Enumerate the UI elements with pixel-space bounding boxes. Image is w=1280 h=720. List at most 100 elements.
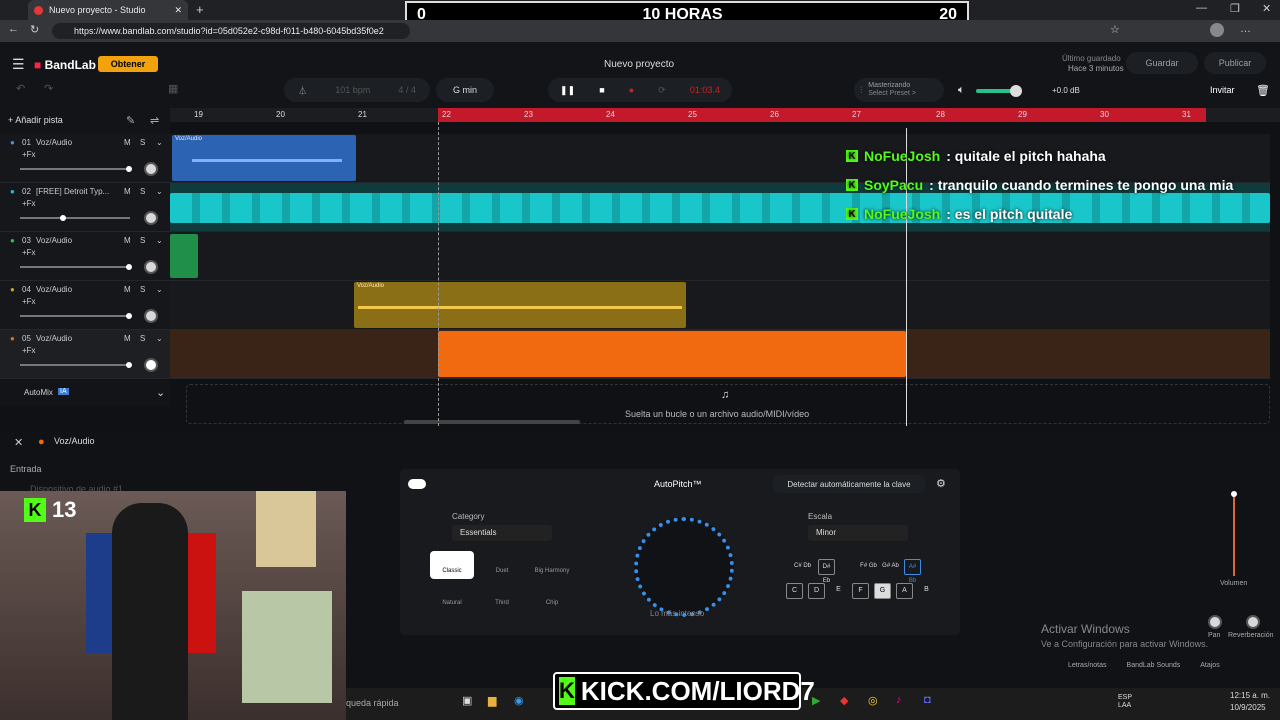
close-panel-icon[interactable]: ✕ bbox=[14, 436, 23, 449]
key-e[interactable]: E bbox=[830, 583, 847, 599]
chevron-down-icon[interactable]: ⌄ bbox=[156, 285, 163, 294]
key-g[interactable]: G bbox=[874, 583, 891, 599]
solo-button[interactable]: S bbox=[140, 334, 145, 343]
drop-zone[interactable]: ♫ Suelta un bucle o un archivo audio/MID… bbox=[186, 384, 1270, 424]
reload-icon[interactable]: ↻ bbox=[30, 23, 39, 36]
app-icon[interactable]: ◘ bbox=[924, 694, 931, 706]
settings-sliders-icon[interactable]: ⚙︎ bbox=[936, 477, 946, 490]
pan-knob[interactable] bbox=[144, 260, 158, 274]
automix-row[interactable]: AutoMix IA ⌄ bbox=[0, 380, 170, 406]
solo-button[interactable]: S bbox=[140, 138, 145, 147]
time-signature[interactable]: 4 / 4 bbox=[398, 85, 416, 95]
new-tab-icon[interactable]: + bbox=[196, 2, 204, 17]
reverb-knob[interactable] bbox=[1246, 615, 1260, 629]
add-track-button[interactable]: + Añadir pista bbox=[8, 115, 63, 125]
mute-button[interactable]: M bbox=[124, 236, 131, 245]
publish-button[interactable]: Publicar bbox=[1204, 52, 1266, 74]
solo-button[interactable]: S bbox=[140, 236, 145, 245]
bandlab-logo[interactable]: ■ BandLab bbox=[34, 58, 96, 72]
fx-button[interactable]: +Fx bbox=[22, 199, 36, 208]
track-name[interactable]: Voz/Audio bbox=[36, 236, 72, 245]
tempo-panel[interactable]: ⏃ 101 bpm 4 / 4 bbox=[284, 78, 430, 102]
undo-icon[interactable]: ↶ bbox=[16, 82, 25, 95]
key-c-sharp[interactable]: C# Db bbox=[794, 559, 811, 575]
pan-knob[interactable] bbox=[144, 309, 158, 323]
mastering-button[interactable]: ⫶ Masterizando Select Preset > bbox=[854, 78, 944, 102]
mute-button[interactable]: M bbox=[124, 334, 131, 343]
favorite-icon[interactable]: ☆ bbox=[1110, 23, 1120, 36]
clock-time[interactable]: 12:15 a. m. bbox=[1230, 691, 1270, 700]
filter-icon[interactable]: ⇌ bbox=[150, 114, 159, 127]
audio-clip[interactable]: Voz/Audio bbox=[172, 135, 356, 181]
invite-button[interactable]: Invitar bbox=[1210, 85, 1235, 95]
fx-button[interactable]: +Fx bbox=[22, 150, 36, 159]
speaker-icon[interactable]: 🔈︎ bbox=[958, 84, 965, 97]
intensity-knob[interactable] bbox=[634, 517, 734, 617]
master-volume-slider[interactable] bbox=[976, 85, 1022, 97]
autopitch-toggle[interactable] bbox=[408, 479, 426, 489]
edit-icon[interactable]: ✎ bbox=[126, 114, 135, 127]
track-lane[interactable]: Voz/Audio bbox=[170, 281, 1270, 330]
track-lane[interactable] bbox=[170, 330, 1270, 379]
trash-icon[interactable]: 🗑︎ bbox=[1256, 84, 1270, 97]
maximize-icon[interactable]: ❐ bbox=[1230, 2, 1240, 15]
project-title[interactable]: Nuevo proyecto bbox=[604, 59, 674, 70]
key-g-sharp[interactable]: G# Ab bbox=[882, 559, 899, 575]
track-volume-slider[interactable] bbox=[20, 215, 130, 221]
horizontal-scrollbar[interactable] bbox=[404, 420, 580, 424]
pan-knob[interactable] bbox=[144, 211, 158, 225]
solo-button[interactable]: S bbox=[140, 285, 145, 294]
key-f[interactable]: F bbox=[852, 583, 869, 599]
track-lane[interactable] bbox=[170, 232, 1270, 281]
recording-clip[interactable] bbox=[438, 331, 906, 377]
app-icon[interactable]: ♪ bbox=[896, 694, 902, 706]
fx-button[interactable]: +Fx bbox=[22, 346, 36, 355]
record-icon[interactable]: ● bbox=[629, 85, 634, 95]
preset-third[interactable]: Third bbox=[480, 583, 524, 611]
edge-icon[interactable]: ◉ bbox=[514, 694, 524, 707]
get-button[interactable]: Obtener bbox=[98, 56, 158, 72]
scale-select[interactable]: Minor bbox=[808, 525, 908, 541]
stop-icon[interactable]: ■ bbox=[599, 85, 604, 95]
key-a[interactable]: A bbox=[896, 583, 913, 599]
mute-button[interactable]: M bbox=[124, 138, 131, 147]
menu-dots-icon[interactable]: … bbox=[1240, 23, 1251, 35]
chevron-down-icon[interactable]: ⌄ bbox=[156, 187, 163, 196]
track-volume-slider[interactable] bbox=[20, 264, 132, 270]
track-name[interactable]: [FREE] Detroit Typ... bbox=[36, 187, 109, 196]
lyrics-button[interactable]: Letras/notas bbox=[1068, 662, 1107, 669]
audio-clip[interactable] bbox=[170, 193, 1270, 223]
browser-tab[interactable]: Nuevo proyecto - Studio ✕ bbox=[28, 0, 188, 20]
fx-button[interactable]: +Fx bbox=[22, 297, 36, 306]
track-header[interactable]: ● 03 Voz/Audio +Fx M S ⌄ bbox=[0, 232, 170, 281]
key-b[interactable]: B bbox=[918, 583, 935, 599]
clock-date[interactable]: 10/9/2025 bbox=[1230, 703, 1266, 712]
task-view-icon[interactable]: ▣ bbox=[462, 694, 472, 707]
key-c[interactable]: C bbox=[786, 583, 803, 599]
metronome-icon[interactable]: ⏃ bbox=[298, 84, 307, 97]
track-name[interactable]: Voz/Audio bbox=[36, 334, 72, 343]
chevron-down-icon[interactable]: ⌄ bbox=[156, 334, 163, 343]
chevron-down-icon[interactable]: ⌄ bbox=[156, 236, 163, 245]
track-header[interactable]: ● 02 [FREE] Detroit Typ... +Fx M S ⌄ bbox=[0, 183, 170, 232]
fx-button[interactable]: +Fx bbox=[22, 248, 36, 257]
loop-region[interactable]: 22 23 24 25 26 27 28 29 30 31 bbox=[438, 108, 1206, 122]
file-explorer-icon[interactable]: ▆ bbox=[488, 694, 496, 707]
profile-avatar[interactable] bbox=[1210, 23, 1224, 37]
taskbar-search[interactable]: queda rápida bbox=[346, 698, 399, 708]
track-volume-slider[interactable] bbox=[20, 313, 132, 319]
preset-big-harmony[interactable]: Big Harmony bbox=[530, 551, 574, 579]
chevron-down-icon[interactable]: ⌄ bbox=[156, 138, 163, 147]
key-d[interactable]: D bbox=[808, 583, 825, 599]
key-d-sharp[interactable]: D# Eb bbox=[818, 559, 835, 584]
save-button[interactable]: Guardar bbox=[1126, 52, 1198, 74]
key-a-sharp[interactable]: A# Bb bbox=[904, 559, 921, 584]
pan-knob[interactable] bbox=[1208, 615, 1222, 629]
close-window-icon[interactable]: ✕ bbox=[1262, 2, 1271, 15]
preset-duet[interactable]: Duet bbox=[480, 551, 524, 579]
app-icon[interactable]: ◆ bbox=[840, 694, 848, 707]
minimize-icon[interactable]: — bbox=[1196, 2, 1207, 14]
sounds-button[interactable]: BandLab Sounds bbox=[1127, 662, 1181, 669]
track-name[interactable]: Voz/Audio bbox=[36, 138, 72, 147]
language-indicator[interactable]: ESP LAA bbox=[1118, 694, 1132, 710]
